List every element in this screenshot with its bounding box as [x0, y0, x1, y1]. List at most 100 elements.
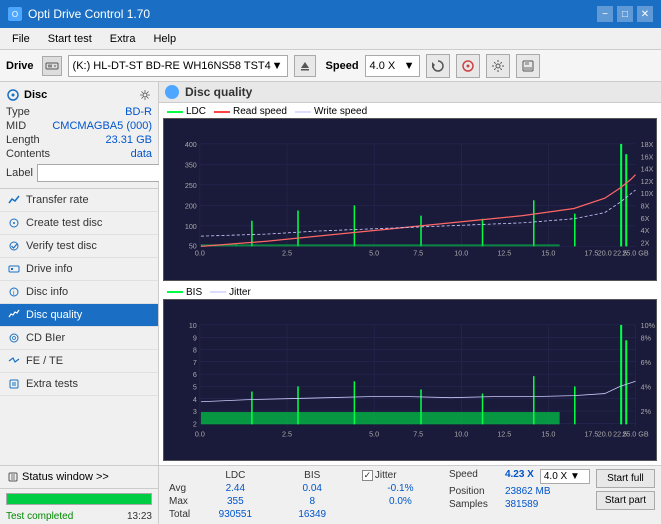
svg-text:3: 3	[193, 408, 197, 416]
max-bis: 8	[277, 495, 348, 508]
sidebar-item-extra-tests[interactable]: Extra tests	[0, 373, 158, 396]
settings-button[interactable]	[486, 54, 510, 78]
chart1-legend: LDC Read speed Write speed	[163, 105, 657, 118]
stats-table: LDC BIS ✓ Jitter Avg 2.44	[165, 469, 443, 521]
disc-label-input[interactable]	[37, 164, 171, 182]
svg-text:4X: 4X	[641, 227, 650, 235]
svg-text:400: 400	[185, 141, 197, 149]
eject-button[interactable]	[294, 55, 316, 77]
nav-label-create-test-disc: Create test disc	[26, 217, 102, 229]
legend-bis: BIS	[167, 287, 202, 298]
disc-button[interactable]	[456, 54, 480, 78]
disc-info-icon: i	[8, 286, 20, 298]
status-bar: Status window >> Test completed 13:23	[0, 465, 158, 524]
position-label: Position	[449, 486, 499, 497]
svg-text:200: 200	[185, 202, 197, 210]
speed-selector[interactable]: 4.0 X ▼	[540, 469, 590, 484]
status-window-button[interactable]: Status window >>	[0, 466, 158, 489]
refresh-button[interactable]	[426, 54, 450, 78]
svg-text:6X: 6X	[641, 215, 650, 223]
svg-text:17.5: 17.5	[584, 250, 598, 258]
svg-text:4%: 4%	[641, 383, 652, 391]
start-part-button[interactable]: Start part	[596, 491, 655, 510]
svg-text:16X: 16X	[641, 153, 654, 161]
legend-jitter: Jitter	[210, 287, 251, 298]
maximize-button[interactable]: □	[617, 6, 633, 22]
svg-text:20.0: 20.0	[598, 250, 612, 258]
cd-bier-icon	[8, 332, 20, 344]
status-window-label: Status window >>	[22, 471, 109, 483]
start-full-button[interactable]: Start full	[596, 469, 655, 488]
svg-text:10X: 10X	[641, 190, 654, 198]
menu-file[interactable]: File	[4, 31, 38, 47]
sidebar-item-verify-test-disc[interactable]: Verify test disc	[0, 235, 158, 258]
speed-label: Speed	[326, 60, 359, 72]
chart2-legend: BIS Jitter	[163, 286, 657, 299]
svg-text:2.5: 2.5	[282, 250, 292, 258]
title-bar-controls: − □ ✕	[597, 6, 653, 22]
svg-text:2X: 2X	[641, 239, 650, 247]
legend-write-color	[295, 111, 311, 113]
transfer-rate-icon	[8, 194, 20, 206]
status-window-icon	[8, 472, 18, 482]
legend-write-speed: Write speed	[295, 106, 367, 117]
ldc-chart: 400 350 250 200 100 50 18X 16X 14X 12X 1…	[163, 118, 657, 281]
col-bis: BIS	[277, 469, 348, 482]
sidebar-item-drive-info[interactable]: Drive info	[0, 258, 158, 281]
app-icon: O	[8, 7, 22, 21]
drive-select[interactable]: (K:) HL-DT-ST BD-RE WH16NS58 TST4 ▼	[68, 55, 288, 77]
sidebar-item-transfer-rate[interactable]: Transfer rate	[0, 189, 158, 212]
fe-te-icon	[8, 355, 20, 367]
avg-ldc: 2.44	[194, 482, 276, 495]
svg-text:350: 350	[185, 161, 197, 169]
bis-chart: 10 9 8 7 6 5 4 3 2 10% 8% 6% 4% 2% 0.0 2…	[163, 299, 657, 462]
svg-text:10%: 10%	[641, 321, 656, 329]
legend-read-speed: Read speed	[214, 106, 287, 117]
speed-select[interactable]: 4.0 X ▼	[365, 55, 420, 77]
disc-contents-value: data	[131, 148, 152, 160]
nav-label-disc-info: Disc info	[26, 286, 68, 298]
svg-text:6%: 6%	[641, 358, 652, 366]
stats-footer: LDC BIS ✓ Jitter Avg 2.44	[159, 465, 661, 524]
disc-length-row: Length 23.31 GB	[6, 134, 152, 146]
content-title: Disc quality	[185, 85, 252, 99]
svg-text:2.5: 2.5	[282, 430, 292, 438]
position-row: Position 23862 MB	[449, 486, 590, 497]
sidebar-item-fe-te[interactable]: FE / TE	[0, 350, 158, 373]
svg-text:250: 250	[185, 182, 197, 190]
sidebar-item-disc-info[interactable]: i Disc info	[0, 281, 158, 304]
disc-label-label: Label	[6, 167, 33, 179]
menu-help[interactable]: Help	[145, 31, 184, 47]
avg-jitter: -0.1%	[358, 482, 443, 495]
menu-start-test[interactable]: Start test	[40, 31, 100, 47]
disc-type-value: BD-R	[125, 106, 152, 118]
stats-row-max: Max 355 8 0.0%	[165, 495, 443, 508]
menu-extra[interactable]: Extra	[102, 31, 144, 47]
disc-settings-icon	[138, 88, 152, 102]
legend-bis-color	[167, 291, 183, 293]
app-title: Opti Drive Control 1.70	[28, 7, 150, 21]
sidebar-item-disc-quality[interactable]: Disc quality	[0, 304, 158, 327]
svg-text:0.0: 0.0	[195, 250, 205, 258]
nav-label-verify-test-disc: Verify test disc	[26, 240, 97, 252]
sidebar-item-create-test-disc[interactable]: Create test disc	[0, 212, 158, 235]
jitter-checkbox[interactable]: ✓	[362, 470, 373, 481]
svg-text:4: 4	[193, 395, 197, 403]
sidebar-item-cd-bier[interactable]: CD BIer	[0, 327, 158, 350]
nav-label-transfer-rate: Transfer rate	[26, 194, 89, 206]
legend-ldc-color	[167, 111, 183, 113]
close-button[interactable]: ✕	[637, 6, 653, 22]
disc-type-label: Type	[6, 106, 30, 118]
disc-panel: Disc Type BD-R MID CMCMAGBA5 (000) Lengt…	[0, 82, 158, 189]
save-button[interactable]	[516, 54, 540, 78]
drive-select-text: (K:) HL-DT-ST BD-RE WH16NS58 TST4	[73, 60, 271, 72]
status-text-row: Test completed 13:23	[0, 509, 158, 524]
svg-text:100: 100	[185, 223, 197, 231]
svg-text:2: 2	[193, 420, 197, 428]
disc-header: Disc	[6, 88, 152, 102]
status-completed-text: Test completed	[6, 511, 73, 522]
drive-info-icon	[8, 263, 20, 275]
minimize-button[interactable]: −	[597, 6, 613, 22]
svg-text:7: 7	[193, 358, 197, 366]
menu-bar: File Start test Extra Help	[0, 28, 661, 50]
